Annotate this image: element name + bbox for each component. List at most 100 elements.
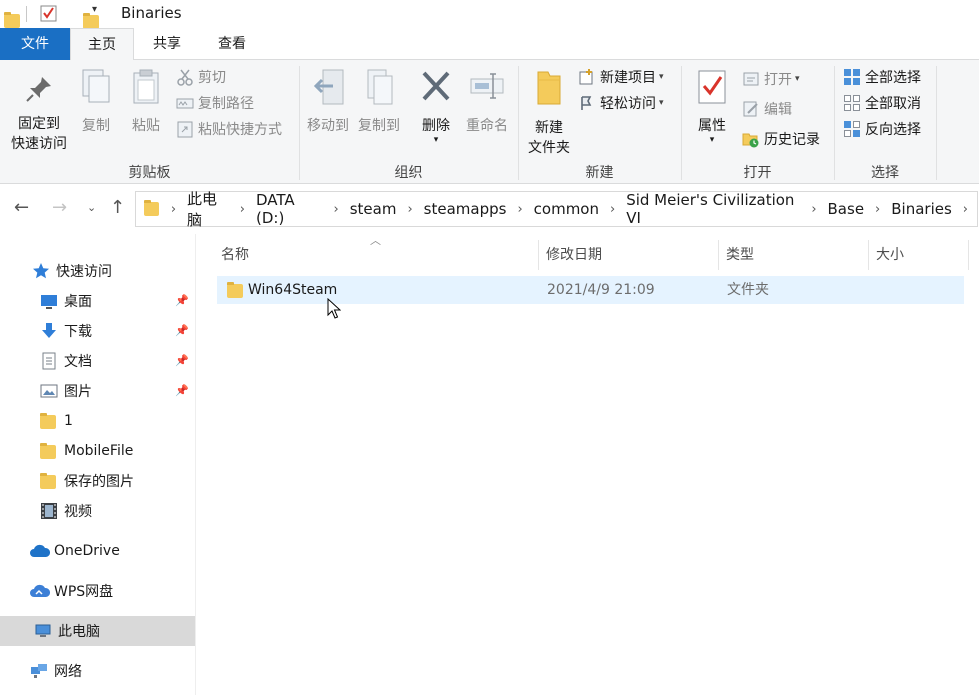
up-arrow-icon[interactable]: ↑ [110,197,125,218]
breadcrumb-base[interactable]: Base [826,200,867,218]
column-header-date-modified[interactable]: 修改日期 [539,240,719,270]
pin-icon[interactable]: 📌 [175,294,189,307]
address-bar[interactable]: › 此电脑 › DATA (D:) › steam › steamapps › … [135,188,978,230]
chevron-right-icon[interactable]: › [398,202,421,217]
ribbon-tabs: 文件 主页 共享 查看 [0,28,979,61]
customize-toolbar-icon[interactable]: ▾ [92,4,97,15]
network-icon [30,662,48,680]
sidebar-item-this-pc[interactable]: 此电脑 [0,616,195,646]
invert-selection-button[interactable]: 反向选择 [843,118,921,140]
chevron-right-icon[interactable]: › [601,202,624,217]
breadcrumb-binaries[interactable]: Binaries [889,200,954,218]
copy-to-button[interactable]: 复制到 [354,68,404,136]
title-divider [26,6,27,22]
paste-button[interactable]: 粘贴 [124,68,168,136]
pin-icon[interactable]: 📌 [175,354,189,367]
pin-icon[interactable]: 📌 [175,324,189,337]
sidebar-item-mobilefile[interactable]: MobileFile [0,436,195,466]
group-divider [936,66,937,180]
copy-to-icon [354,68,404,112]
sidebar-item-onedrive[interactable]: OneDrive [0,536,195,566]
breadcrumb-steam[interactable]: steam [348,200,399,218]
chevron-right-icon[interactable]: › [954,202,977,217]
rename-button[interactable]: 重命名 [462,68,512,136]
download-icon [40,322,58,340]
document-icon [40,352,58,370]
chevron-right-icon[interactable]: › [508,202,531,217]
computer-icon [34,622,52,640]
new-item-button[interactable]: 新建项目 ▾ [578,66,664,88]
breadcrumb-civilization-vi[interactable]: Sid Meier's Civilization VI [624,191,802,227]
easy-access-button[interactable]: 轻松访问 ▾ [578,92,664,114]
folder-icon [40,473,56,489]
properties-check-icon [690,68,734,112]
chevron-right-icon[interactable]: › [325,202,348,217]
properties-button[interactable]: 属性 ▾ [690,68,734,145]
new-folder-icon[interactable] [83,13,99,29]
tab-home[interactable]: 主页 [70,28,134,61]
folder-icon [40,413,56,429]
chevron-right-icon[interactable]: › [802,202,825,217]
chevron-right-icon[interactable]: › [171,202,185,217]
open-group-label: 打开 [743,165,772,181]
paste-shortcut-icon [176,120,194,138]
sidebar-item-folder-1[interactable]: 1 [0,406,195,436]
window-title: Binaries [121,4,182,22]
open-button[interactable]: 打开 ▾ [742,68,800,90]
chevron-down-icon: ▾ [659,72,664,82]
file-list: ︿ 名称 修改日期 类型 大小 Win64Steam 2021/4/9 21:0… [197,234,979,695]
breadcrumb-steamapps[interactable]: steamapps [422,200,509,218]
new-folder-button[interactable]: 新建 文件夹 [522,68,576,158]
sidebar-item-saved-pictures[interactable]: 保存的图片 [0,466,195,496]
sidebar-item-videos[interactable]: 视频 [0,496,195,526]
pin-icon [6,74,72,110]
history-icon [742,130,760,148]
properties-check-icon[interactable] [40,5,57,26]
forward-arrow-icon[interactable]: → [52,197,67,218]
delete-button[interactable]: 删除 ▾ [414,68,458,145]
column-header-size[interactable]: 大小 [869,240,969,270]
copy-path-icon [176,94,194,112]
navigation-bar: ← → ⌄ ↑ › 此电脑 › DATA (D:) › steam › stea… [0,184,979,234]
sidebar-item-network[interactable]: 网络 [0,656,195,686]
pin-to-quick-access-button[interactable]: 固定到 快速访问 [6,74,72,154]
paste-icon [124,68,168,112]
history-button[interactable]: 历史记录 [742,128,820,150]
select-all-button[interactable]: 全部选择 [843,66,921,88]
tab-file[interactable]: 文件 [0,28,70,60]
pin-icon[interactable]: 📌 [175,384,189,397]
scissors-icon [176,68,194,86]
clipboard-group-label: 剪贴板 [128,165,171,181]
tab-view[interactable]: 查看 [204,28,260,60]
chevron-right-icon[interactable]: › [866,202,889,217]
cut-button[interactable]: 剪切 [176,66,226,88]
breadcrumb-common[interactable]: common [532,200,601,218]
sidebar-item-pictures[interactable]: 图片 📌 [0,376,195,406]
tab-share[interactable]: 共享 [138,28,196,60]
file-date-modified: 2021/4/9 21:09 [547,282,655,298]
breadcrumb-data-drive[interactable]: DATA (D:) [254,191,325,227]
sidebar-item-desktop[interactable]: 桌面 📌 [0,286,195,316]
sidebar-item-quick-access[interactable]: 快速访问 [0,256,195,286]
recent-locations-chevron-icon[interactable]: ⌄ [87,201,96,214]
back-arrow-icon[interactable]: ← [14,197,29,218]
chevron-right-icon[interactable]: › [231,202,254,217]
paste-shortcut-button[interactable]: 粘贴快捷方式 [176,118,282,140]
column-header-type[interactable]: 类型 [719,240,869,270]
new-folder-icon [522,68,576,114]
move-to-button[interactable]: 移动到 [304,68,352,136]
select-none-button[interactable]: 全部取消 [843,92,921,114]
copy-path-button[interactable]: 复制路径 [176,92,254,114]
navigation-pane: 快速访问 桌面 📌 下载 📌 文档 📌 图片 📌 1 MobileFile 保存… [0,234,196,695]
column-header-name[interactable]: 名称 [214,240,539,270]
sidebar-item-wps-drive[interactable]: WPS网盘 [0,576,195,606]
file-name[interactable]: Win64Steam [248,276,337,304]
select-all-icon [843,68,861,86]
folder-icon [227,282,243,298]
breadcrumb-this-pc[interactable]: 此电脑 [185,188,231,230]
edit-button[interactable]: 编辑 [742,98,792,120]
copy-button[interactable]: 复制 [76,68,116,136]
edit-pencil-icon [742,100,760,118]
sidebar-item-documents[interactable]: 文档 📌 [0,346,195,376]
sidebar-item-downloads[interactable]: 下载 📌 [0,316,195,346]
